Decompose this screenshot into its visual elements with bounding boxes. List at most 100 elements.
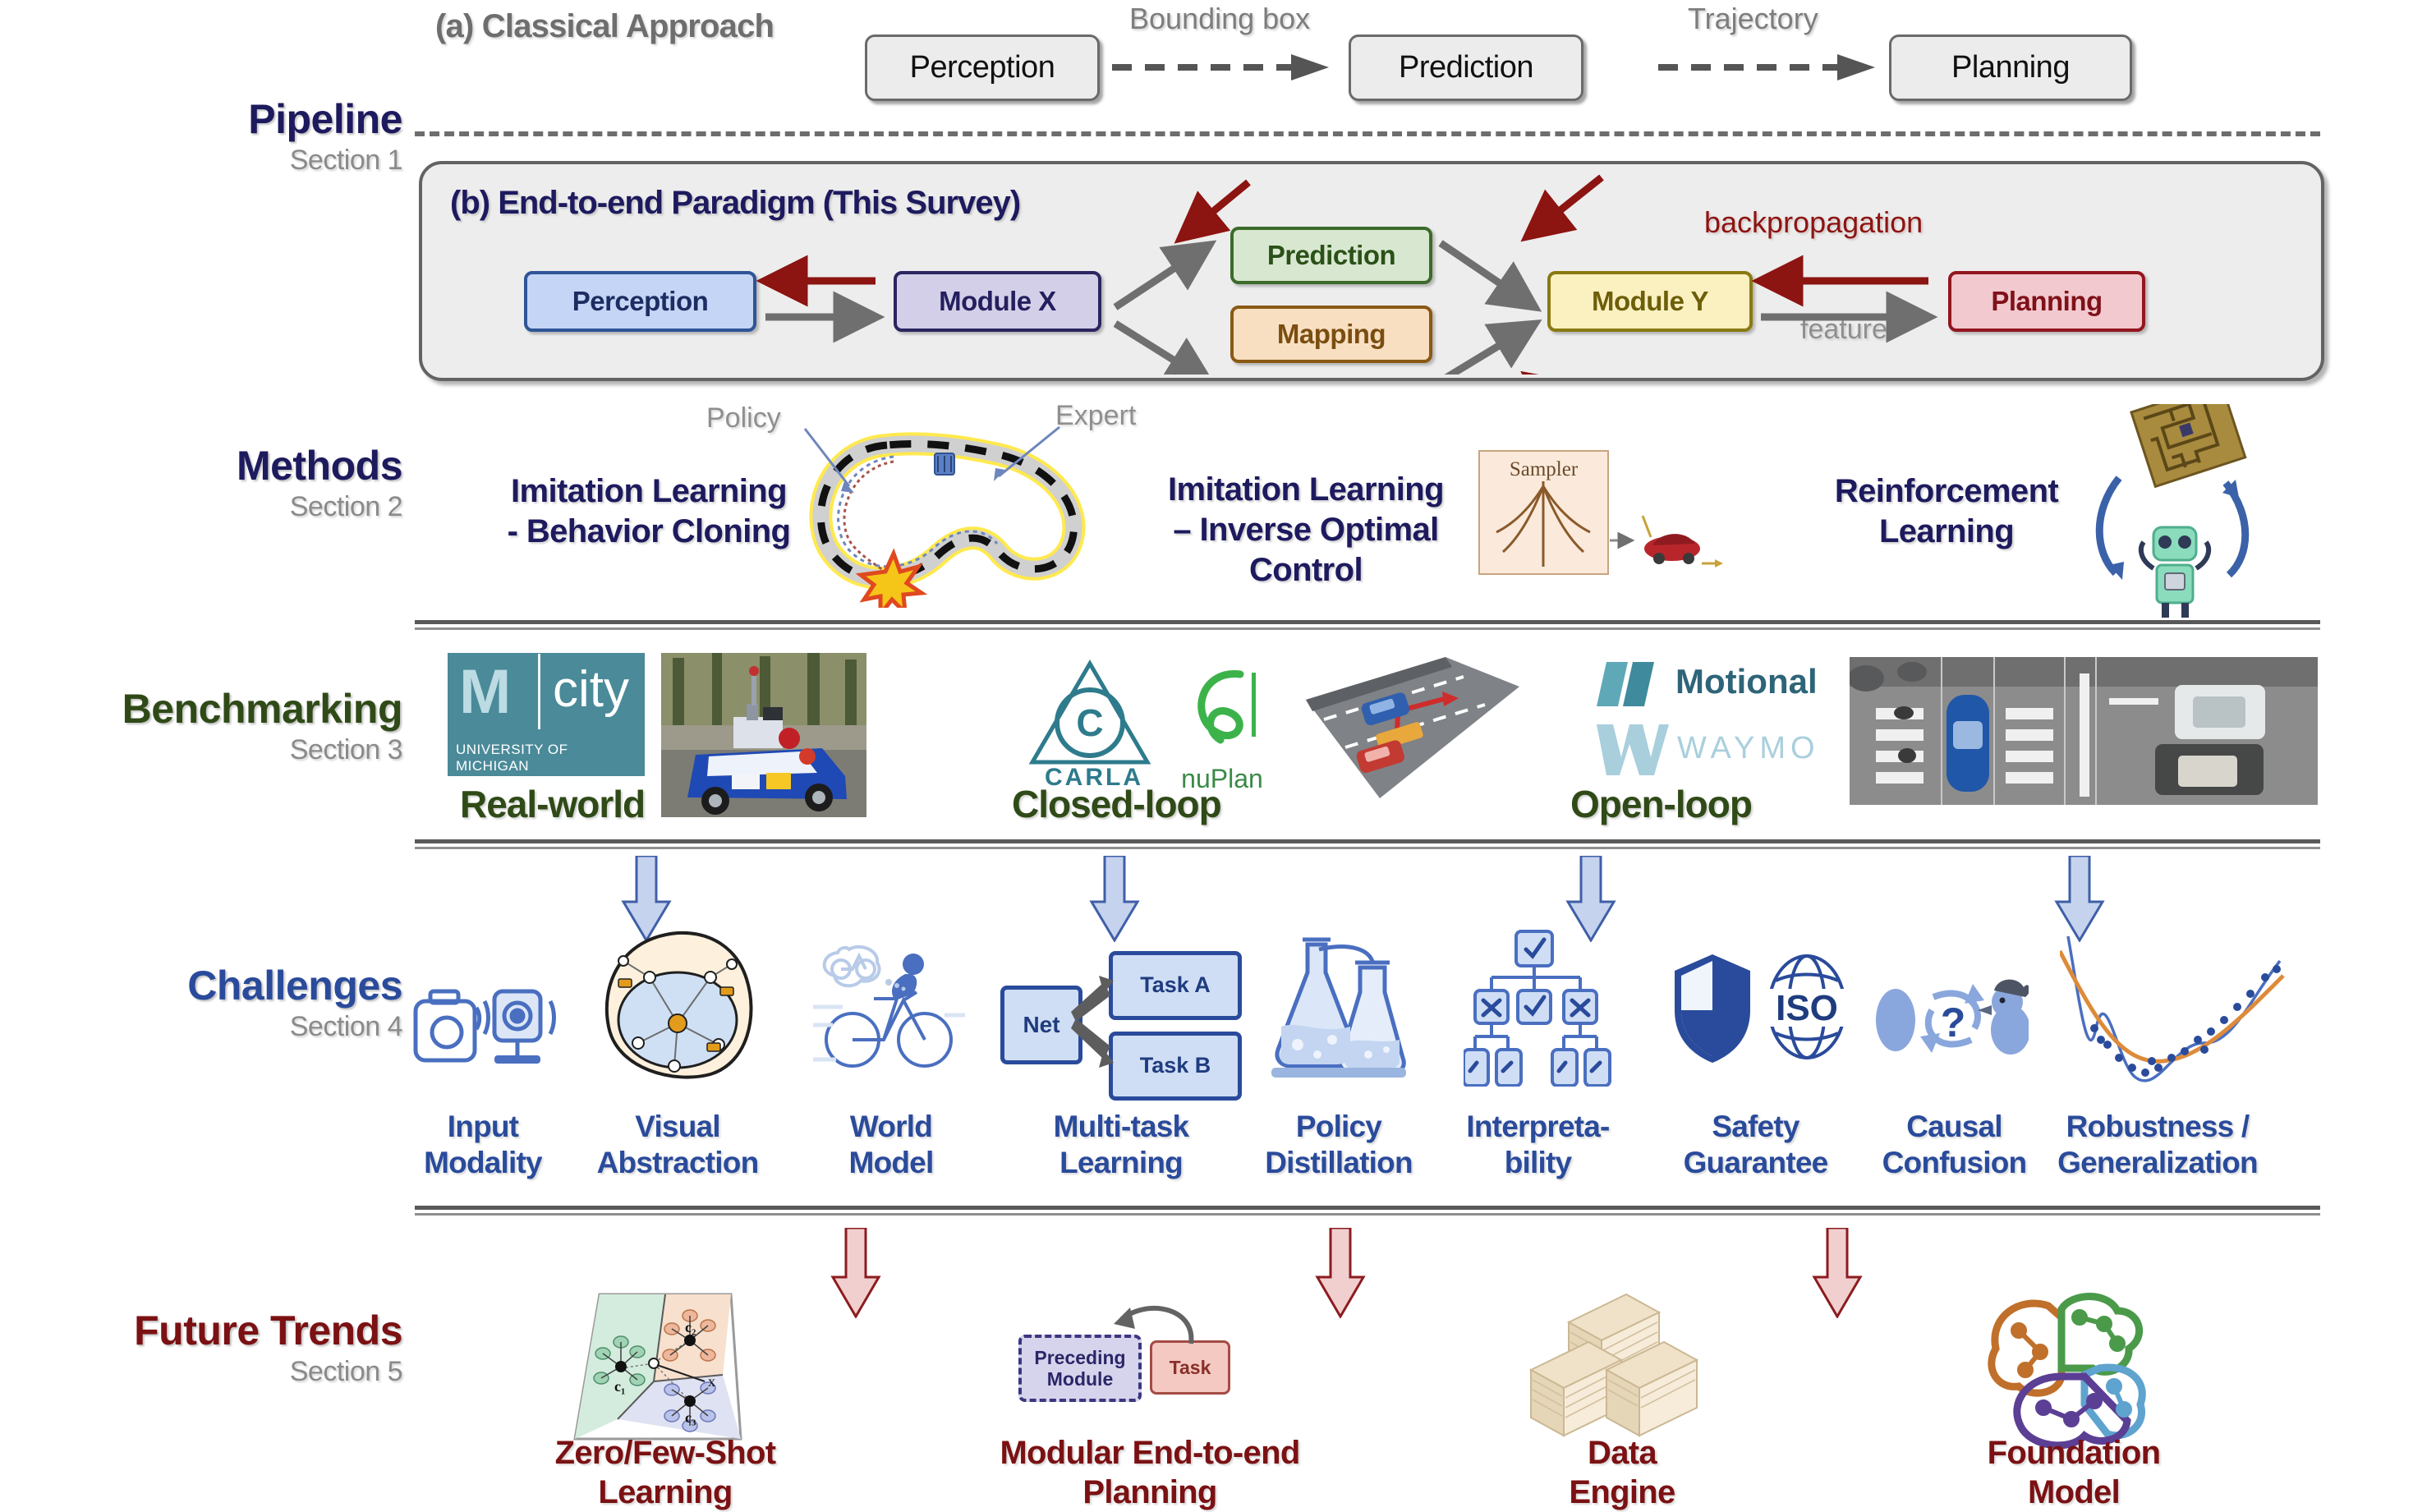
motional-logo-mark <box>1597 662 1654 706</box>
label-line-1: Zero/Few-Shot <box>554 1435 776 1471</box>
section-number: Section 5 <box>289 1356 403 1387</box>
future-label-modular-end-to-end-planning: Modular End-to-end Planning <box>986 1433 1314 1512</box>
open-loop-aerial-photo <box>1850 657 2318 805</box>
racetrack-policy-expert-icon <box>803 425 1086 608</box>
section-number: Section 4 <box>289 1011 403 1042</box>
multitask-arrows-icon <box>1071 976 1114 1068</box>
section-number: Section 2 <box>289 491 403 522</box>
label-line-2: Model <box>848 1146 935 1180</box>
nuplan-logo <box>1197 670 1256 744</box>
red-down-arrow-1 <box>830 1228 881 1318</box>
label-line-2: Engine <box>1569 1474 1675 1510</box>
cluster-x-label: x <box>708 1373 715 1390</box>
label-line-1: Foundation <box>1987 1435 2161 1471</box>
label-line-1: World <box>849 1110 933 1143</box>
challenge-label-safety-guarantee: Safety Guarantee <box>1655 1109 1856 1182</box>
challenge-label-robustness-generalization: Robustness / Generalization <box>2022 1109 2293 1182</box>
multitask-task-b-box: Task B <box>1109 1032 1242 1101</box>
mcity-logo: M city UNIVERSITY OF MICHIGAN <box>448 653 645 776</box>
sampler-to-car-icon <box>1610 515 1723 568</box>
label-line-2: Learning <box>598 1474 733 1510</box>
benchmark-label-real-world: Real-world <box>460 783 646 825</box>
dashed-arrow-perception-to-prediction <box>1112 54 1329 80</box>
future-label-foundation-model: Foundation Model <box>1971 1433 2176 1512</box>
section-title: Future Trends <box>134 1307 402 1353</box>
curved-feedback-arrow-icon <box>1114 1305 1194 1344</box>
dashed-arrow-prediction-to-planning <box>1658 54 1875 80</box>
waymo-logo-mark <box>1597 724 1669 775</box>
challenge-label-input-modality: Input Modality <box>393 1109 573 1182</box>
benchmark-label-closed-loop: Closed-loop <box>1012 783 1222 825</box>
method-line-2: – Inverse Optimal <box>1173 511 1439 548</box>
blue-down-arrow-4 <box>2054 856 2105 942</box>
label-line-2: Planning <box>1082 1474 1217 1510</box>
future-label-zero-few-shot-learning: Zero/Few-Shot Learning <box>542 1433 788 1512</box>
label-line-1: Causal <box>1906 1110 2002 1143</box>
challenge-label-interpretability: Interpreta- bility <box>1433 1109 1643 1182</box>
closed-loop-scene-illustration <box>1306 657 1519 798</box>
section-label-benchmarking: Benchmarking Section 3 <box>49 688 403 765</box>
shield-icon <box>1675 954 1750 1063</box>
cyclist-imagination-icon <box>813 944 965 1068</box>
concept-graph-icon <box>604 931 753 1079</box>
motional-label: Motional <box>1675 662 1818 701</box>
method-line-3: Control <box>1249 551 1363 588</box>
label-line-2: Learning <box>1059 1146 1184 1180</box>
label-line-2: Model <box>2027 1474 2121 1510</box>
multitask-net-box: Net <box>1000 986 1082 1064</box>
label-line-2: bility <box>1504 1146 1572 1180</box>
label-line-1: Data <box>1588 1435 1657 1471</box>
future-label-data-engine: Data Engine <box>1528 1433 1717 1512</box>
red-down-arrow-2 <box>1315 1228 1366 1318</box>
label-line-1: Visual <box>635 1110 720 1143</box>
sampler-label: Sampler <box>1509 458 1579 480</box>
waymo-label: WAYMO <box>1677 731 1820 765</box>
red-down-arrow-3 <box>1812 1228 1863 1318</box>
box-label: Perception <box>909 50 1055 85</box>
label-line-2: Abstraction <box>596 1146 760 1180</box>
sampler-box: Sampler <box>1478 450 1609 575</box>
mcity-tagline: UNIVERSITY OF MICHIGAN <box>456 742 568 774</box>
label-line-2: Modality <box>424 1146 542 1180</box>
svg-text:?: ? <box>1941 1000 1966 1046</box>
multitask-task-a-box: Task A <box>1109 951 1242 1020</box>
section-title: Pipeline <box>248 96 402 142</box>
method-label-behavior-cloning: Imitation Learning - Behavior Cloning <box>476 471 821 552</box>
label-line-1: Modular End-to-end <box>1000 1435 1300 1471</box>
challenge-label-world-model: World Model <box>809 1109 973 1182</box>
label-line-1: Safety <box>1712 1110 1799 1143</box>
svg-text:c₃: c₃ <box>685 1409 696 1426</box>
decision-tree-icon <box>1464 930 1611 1087</box>
method-label-inverse-optimal-control: Imitation Learning – Inverse Optimal Con… <box>1150 470 1462 590</box>
svg-text:c₁: c₁ <box>614 1378 625 1395</box>
endtoend-arrows <box>756 174 1938 375</box>
box-label: Planning <box>1951 50 2070 85</box>
method-line-1: Imitation Learning <box>1168 471 1444 508</box>
section-label-challenges: Challenges Section 4 <box>49 965 402 1041</box>
label-line-2: Distillation <box>1265 1146 1413 1180</box>
classical-approach-caption: (a) Classical Approach <box>435 8 774 44</box>
server-racks-icon <box>1528 1293 1699 1437</box>
svg-text:C: C <box>1076 701 1103 744</box>
section-label-methods: Methods Section 2 <box>49 443 403 522</box>
svg-text:c₂: c₂ <box>685 1319 696 1335</box>
classical-box-planning: Planning <box>1889 34 2132 101</box>
challenge-label-visual-abstraction: Visual Abstraction <box>567 1109 788 1182</box>
box-label: Prediction <box>1399 50 1533 85</box>
label-line-1: Input <box>447 1110 519 1143</box>
blue-down-arrow-2 <box>1089 856 1140 942</box>
overfitting-curve-icon <box>2060 936 2285 1082</box>
iso-label: ISO <box>1776 988 1838 1028</box>
method-line-1: Reinforcement <box>1834 473 2059 509</box>
label-line-2: Guarantee <box>1683 1146 1829 1180</box>
classical-box-perception: Perception <box>865 34 1100 101</box>
mcity-city: city <box>553 661 629 718</box>
section-title: Methods <box>236 443 403 489</box>
prototype-clusters-icon: x c₁ c₂ c₃ <box>573 1293 742 1441</box>
section-label-pipeline: Pipeline Section 1 <box>49 99 402 174</box>
label-line-1: Robustness / <box>2066 1110 2250 1143</box>
method-line-1: Imitation Learning <box>511 473 787 509</box>
section-number: Section 3 <box>289 734 403 765</box>
real-world-car-photo <box>661 653 866 817</box>
brain-network-icon <box>1988 1293 2146 1450</box>
